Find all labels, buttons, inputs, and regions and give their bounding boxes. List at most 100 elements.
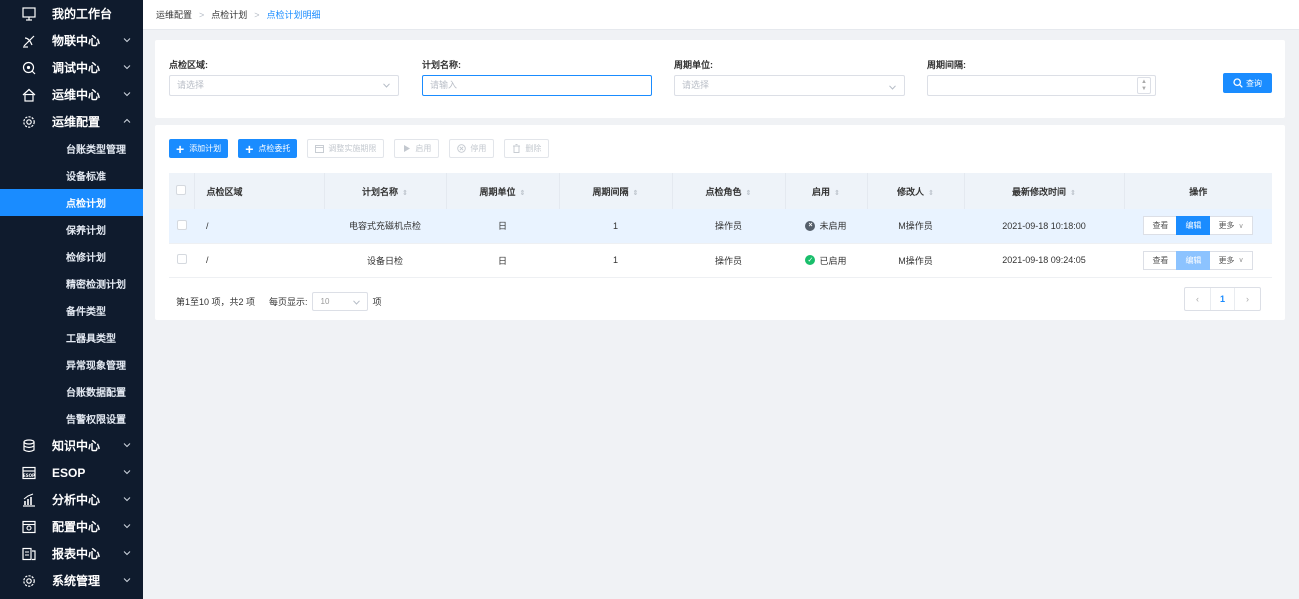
cell-interval: 1 bbox=[559, 243, 672, 278]
sidebar-sub-anomaly[interactable]: 异常现象管理 bbox=[0, 351, 143, 378]
page-number[interactable]: 1 bbox=[1210, 288, 1235, 310]
database-icon bbox=[22, 438, 36, 453]
breadcrumb-item-inspection-plan[interactable]: 点检计划 bbox=[211, 8, 247, 21]
cycle-interval-input[interactable]: ▲ ▼ bbox=[927, 75, 1156, 96]
enable-label: 启用 bbox=[415, 144, 432, 153]
disable-button[interactable]: 停用 bbox=[449, 139, 495, 158]
area-select-placeholder: 请选择 bbox=[177, 80, 205, 90]
delete-button[interactable]: 删除 bbox=[504, 139, 550, 158]
sidebar-item-ops-center[interactable]: 运维中心 bbox=[0, 81, 143, 108]
row-checkbox-cell bbox=[169, 209, 194, 244]
row-checkbox[interactable] bbox=[176, 219, 187, 230]
sidebar-item-knowledge[interactable]: 知识中心 bbox=[0, 432, 143, 459]
sidebar-item-debug[interactable]: 调试中心 bbox=[0, 54, 143, 81]
sidebar-sub-spare-type[interactable]: 备件类型 bbox=[0, 297, 143, 324]
chevron-down-icon: ∨ bbox=[1238, 257, 1244, 264]
stepper-up-icon[interactable]: ▲ bbox=[1141, 79, 1147, 85]
page-size-select[interactable]: 10 bbox=[311, 292, 368, 311]
column-header-modifier[interactable]: 修改人 ⇕ bbox=[867, 173, 965, 209]
sidebar-item-system[interactable]: 系统管理 bbox=[0, 567, 143, 594]
row-checkbox[interactable] bbox=[176, 254, 187, 264]
next-page-icon[interactable]: › bbox=[1235, 288, 1260, 310]
sidebar: 我的工作台 物联中心 调试中心 运维中心 运维配置 台账类型管理 设备标准 点检… bbox=[0, 0, 143, 599]
stepper-down-icon[interactable]: ▼ bbox=[1141, 86, 1147, 92]
page-size-value: 10 bbox=[320, 297, 330, 306]
sort-icon[interactable]: ⇕ bbox=[746, 189, 752, 197]
disable-label: 停用 bbox=[470, 144, 487, 153]
sidebar-sub-maintenance-plan[interactable]: 保养计划 bbox=[0, 216, 143, 243]
cell-modifier: M操作员 bbox=[867, 243, 964, 278]
edit-button[interactable]: 编辑 bbox=[1176, 250, 1211, 270]
sort-icon[interactable]: ⇕ bbox=[633, 189, 639, 197]
chart-icon bbox=[22, 493, 36, 507]
add-plan-label: 添加计划 bbox=[189, 144, 222, 153]
plan-name-input[interactable]: 请输入 bbox=[422, 75, 652, 96]
sidebar-sub-equipment-standard[interactable]: 设备标准 bbox=[0, 162, 143, 189]
chevron-down-icon bbox=[123, 38, 131, 43]
column-header-status[interactable]: 启用 ⇕ bbox=[785, 173, 868, 209]
sort-icon[interactable]: ⇕ bbox=[928, 189, 934, 197]
cycle-unit-select[interactable]: 请选择 bbox=[674, 75, 905, 96]
pagination-info: 第1至10 项，共2 项 每页显示: 10 项 bbox=[176, 292, 382, 311]
column-header-label: 修改人 bbox=[897, 186, 925, 197]
sidebar-item-label: 知识中心 bbox=[52, 439, 101, 453]
sidebar-sub-tool-type[interactable]: 工器具类型 bbox=[0, 324, 143, 351]
sidebar-sub-ledger-data[interactable]: 台账数据配置 bbox=[0, 378, 143, 405]
sidebar-item-workbench[interactable]: 我的工作台 bbox=[0, 0, 143, 27]
sidebar-sub-precision-plan[interactable]: 精密检测计划 bbox=[0, 270, 143, 297]
sort-icon[interactable]: ⇕ bbox=[1070, 189, 1076, 197]
settings-icon bbox=[22, 574, 36, 588]
column-header-unit[interactable]: 周期单位 ⇕ bbox=[446, 173, 560, 209]
area-select[interactable]: 请选择 bbox=[169, 75, 399, 96]
breadcrumb-item-ops-config[interactable]: 运维配置 bbox=[156, 8, 192, 21]
column-header-label: 点检角色 bbox=[705, 186, 742, 197]
query-button[interactable]: 查询 bbox=[1223, 73, 1272, 93]
column-header-name[interactable]: 计划名称 ⇕ bbox=[324, 173, 447, 209]
sort-icon[interactable]: ⇕ bbox=[402, 189, 408, 197]
select-all-checkbox[interactable] bbox=[176, 185, 187, 195]
more-button[interactable]: 更多 ∨ bbox=[1210, 250, 1253, 270]
delegate-button[interactable]: + 点检委托 bbox=[238, 139, 298, 158]
sidebar-sub-alarm-permission[interactable]: 告警权限设置 bbox=[0, 405, 143, 432]
column-header-role[interactable]: 点检角色 ⇕ bbox=[672, 173, 786, 209]
sidebar-item-report[interactable]: 报表中心 bbox=[0, 540, 143, 567]
breadcrumb: 运维配置 > 点检计划 > 点检计划明细 bbox=[143, 0, 1299, 30]
sort-icon[interactable]: ⇕ bbox=[834, 189, 840, 197]
sidebar-item-ops-config[interactable]: 运维配置 bbox=[0, 108, 143, 135]
breadcrumb-separator-icon: > bbox=[254, 9, 260, 20]
view-button[interactable]: 查看 bbox=[1143, 216, 1177, 236]
row-checkbox-cell bbox=[169, 243, 194, 278]
column-header-time[interactable]: 最新修改时间 ⇕ bbox=[964, 173, 1125, 209]
table-row[interactable]: / 电容式充磁机点检 日 1 操作员 × 未启用 M操作员 2021-09-18… bbox=[169, 209, 1272, 244]
cell-name: 设备日检 bbox=[324, 243, 446, 278]
sidebar-item-iot[interactable]: 物联中心 bbox=[0, 27, 143, 54]
sidebar-sub-repair-plan[interactable]: 检修计划 bbox=[0, 243, 143, 270]
sidebar-item-label: 报表中心 bbox=[52, 547, 101, 561]
query-button-label: 查询 bbox=[1246, 78, 1262, 88]
sidebar-item-label: 物联中心 bbox=[52, 34, 101, 48]
enable-button[interactable]: 启用 bbox=[394, 139, 440, 158]
prev-page-icon[interactable]: ‹ bbox=[1185, 288, 1210, 310]
sidebar-sub-inspection-plan[interactable]: 点检计划 bbox=[0, 189, 143, 216]
table-row[interactable]: / 设备日检 日 1 操作员 ✓ 已启用 M操作员 2021-09-18 09:… bbox=[169, 243, 1272, 278]
sidebar-item-label: 系统管理 bbox=[52, 574, 101, 588]
adjust-deadline-button[interactable]: 调整实施期限 bbox=[307, 139, 385, 158]
sort-icon[interactable]: ⇕ bbox=[520, 189, 526, 197]
sidebar-item-config[interactable]: 配置中心 bbox=[0, 513, 143, 540]
chevron-up-icon bbox=[123, 118, 131, 123]
edit-button[interactable]: 编辑 bbox=[1176, 216, 1211, 236]
view-button[interactable]: 查看 bbox=[1143, 250, 1177, 270]
sidebar-item-esop[interactable]: ESOP ESOP bbox=[0, 459, 143, 486]
number-stepper[interactable]: ▲ ▼ bbox=[1137, 77, 1151, 94]
sidebar-sub-ledger-type[interactable]: 台账类型管理 bbox=[0, 135, 143, 162]
sidebar-item-label: 运维配置 bbox=[52, 115, 101, 129]
filter-area-label: 点检区域: bbox=[169, 60, 208, 70]
sidebar-item-analysis[interactable]: 分析中心 bbox=[0, 486, 143, 513]
per-page-suffix: 项 bbox=[372, 297, 382, 307]
cell-actions: 查看 编辑 更多 ∨ bbox=[1124, 243, 1272, 278]
sidebar-item-label: ESOP bbox=[52, 465, 86, 480]
column-header-interval[interactable]: 周期间隔 ⇕ bbox=[559, 173, 673, 209]
status-label: 未启用 bbox=[819, 221, 847, 232]
more-button[interactable]: 更多 ∨ bbox=[1210, 216, 1253, 236]
add-plan-button[interactable]: + 添加计划 bbox=[169, 139, 229, 158]
